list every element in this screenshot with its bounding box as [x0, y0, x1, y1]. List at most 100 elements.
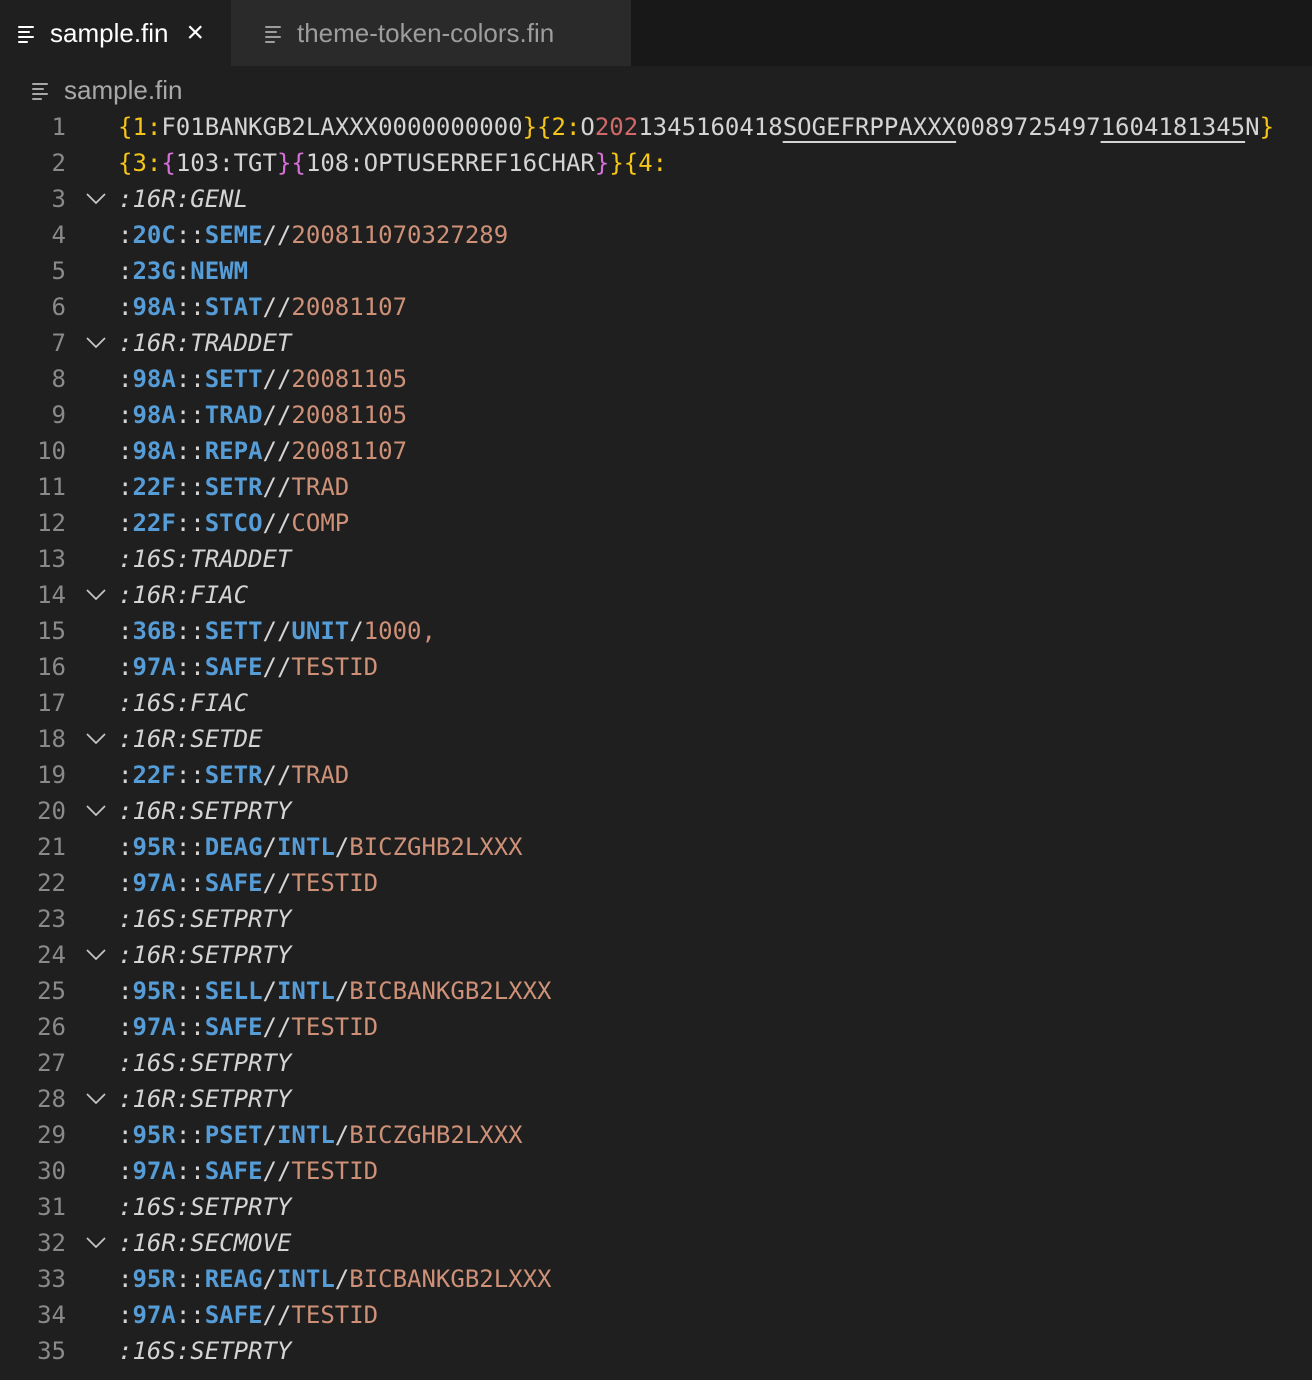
code-line[interactable]: 18 :16R:SETDE — [0, 721, 1312, 757]
code-line[interactable]: 31:16S:SETPRTY — [0, 1189, 1312, 1225]
line-number: 2 — [51, 149, 66, 177]
code-token: 1604181345 — [1100, 113, 1246, 141]
code-line[interactable]: 16 :97A::SAFE//TESTID — [0, 649, 1312, 685]
code-editor[interactable]: 1 {1:F01BANKGB2LAXXX0000000000}{2:O202134… — [0, 109, 1312, 1380]
code-token: :: — [175, 221, 205, 249]
code-token: BICBANKGB2LXXX — [349, 1265, 552, 1293]
code-token: :: — [175, 509, 205, 537]
code-line[interactable]: 11:22F::SETR//TRAD — [0, 469, 1312, 505]
code-text: :97A::SAFE//TESTID — [118, 649, 378, 685]
code-token: 20C — [132, 221, 176, 249]
code-token: BICBANKGB2LXXX — [349, 977, 552, 1005]
code-line[interactable]: 21:95R::DEAG/INTL/BICZGHB2LXXX — [0, 829, 1312, 865]
fold-chevron-icon[interactable] — [84, 1081, 108, 1117]
code-line[interactable]: 24:16R:SETPRTY — [0, 937, 1312, 973]
fold-chevron-icon[interactable] — [84, 325, 108, 361]
line-number: 18 — [37, 725, 66, 753]
code-line[interactable]: 10:98A::REPA//20081107 — [0, 433, 1312, 469]
breadcrumb-file[interactable]: sample.fin — [64, 75, 183, 106]
code-line[interactable]: 14:16R:FIAC — [0, 577, 1312, 613]
code-text: :95R::DEAG/INTL/BICZGHB2LXXX — [118, 829, 523, 865]
code-token: :: — [175, 1157, 205, 1185]
tab-theme-token-colors-fin[interactable]: theme-token-colors.fin — [231, 0, 631, 66]
code-token: :16R:SETPRTY — [118, 1085, 292, 1113]
code-token: 0089725497 — [956, 113, 1101, 141]
code-token: : — [118, 1265, 133, 1293]
code-line[interactable]: 26:97A::SAFE//TESTID — [0, 1009, 1312, 1045]
code-line[interactable]: 15:36B::SETT//UNIT/1000, — [0, 613, 1312, 649]
code-line[interactable]: 3:16R:GENL — [0, 181, 1312, 217]
fold-chevron-icon[interactable] — [84, 937, 108, 973]
code-token: 98A — [132, 365, 176, 393]
code-line[interactable]: 2 {3:{103:TGT}{108:OPTUSERREF16CHAR}}{4: — [0, 145, 1312, 181]
line-number: 11 — [37, 473, 66, 501]
code-text: :97A::SAFE//TESTID — [118, 1009, 378, 1045]
code-line[interactable]: 28:16R:SETPRTY — [0, 1081, 1312, 1117]
code-text: :16S:SETPRTY — [118, 1333, 291, 1369]
line-number: 7 — [51, 329, 66, 357]
line-number: 16 — [37, 653, 66, 681]
code-line[interactable]: 7 :16R:TRADDET — [0, 325, 1312, 361]
code-line[interactable]: 9:98A::TRAD//20081105 — [0, 397, 1312, 433]
code-line[interactable]: 27:16S:SETPRTY — [0, 1045, 1312, 1081]
code-token: :16R:SETDE — [118, 725, 263, 753]
code-token: :: — [175, 869, 205, 897]
code-line[interactable]: 13:16S:TRADDET — [0, 541, 1312, 577]
code-token: // — [262, 401, 292, 429]
code-token: : — [118, 473, 133, 501]
breadcrumb[interactable]: sample.fin — [32, 72, 183, 108]
fold-chevron-icon[interactable] — [84, 1225, 108, 1261]
code-line[interactable]: 8:98A::SETT//20081105 — [0, 361, 1312, 397]
code-line[interactable]: 34:97A::SAFE//TESTID — [0, 1297, 1312, 1333]
code-line[interactable]: 23:16S:SETPRTY — [0, 901, 1312, 937]
code-token: 20081105 — [291, 365, 408, 393]
code-token: 97A — [132, 1013, 176, 1041]
code-token: 97A — [132, 653, 176, 681]
code-token: {3: — [118, 149, 162, 177]
code-token: 95R — [132, 1265, 176, 1293]
code-line[interactable]: 19:22F::SETR//TRAD — [0, 757, 1312, 793]
code-token: :16S:SETPRTY — [118, 1337, 292, 1365]
code-line[interactable]: 1 {1:F01BANKGB2LAXXX0000000000}{2:O202134… — [0, 109, 1312, 145]
code-token: TESTID — [291, 1013, 379, 1041]
fold-chevron-icon[interactable] — [84, 721, 108, 757]
code-token: 1345160418 — [638, 113, 783, 141]
fold-chevron-icon[interactable] — [84, 793, 108, 829]
code-text: :16R:SETPRTY — [118, 793, 291, 829]
code-line[interactable]: 20:16R:SETPRTY — [0, 793, 1312, 829]
line-number: 9 — [51, 401, 66, 429]
code-token: // — [262, 1157, 292, 1185]
code-line[interactable]: 5:23G:NEWM — [0, 253, 1312, 289]
fold-chevron-icon[interactable] — [84, 577, 108, 613]
line-number: 5 — [51, 257, 66, 285]
code-line[interactable]: 30:97A::SAFE//TESTID — [0, 1153, 1312, 1189]
code-token: :: — [175, 653, 205, 681]
code-line[interactable]: 35:16S:SETPRTY — [0, 1333, 1312, 1369]
code-token: // — [262, 617, 292, 645]
code-line[interactable]: 22 :97A::SAFE//TESTID — [0, 865, 1312, 901]
code-token: :16R:GENL — [118, 185, 249, 213]
line-number: 22 — [37, 869, 66, 897]
code-token: :: — [175, 401, 205, 429]
code-text: :97A::SAFE//TESTID — [118, 865, 378, 901]
code-token: {4: — [623, 149, 668, 177]
line-number: 8 — [51, 365, 66, 393]
code-line[interactable]: 17:16S:FIAC — [0, 685, 1312, 721]
code-token: 95R — [132, 833, 176, 861]
code-line[interactable]: 33:95R::REAG/INTL/BICBANKGB2LXXX — [0, 1261, 1312, 1297]
code-line[interactable]: 29:95R::PSET/INTL/BICZGHB2LXXX — [0, 1117, 1312, 1153]
code-line[interactable]: 6:98A::STAT//20081107 — [0, 289, 1312, 325]
code-line[interactable]: 12:22F::STCO//COMP — [0, 505, 1312, 541]
code-token: } — [609, 149, 624, 177]
code-text: :16R:GENL — [118, 181, 248, 217]
code-token: :: — [175, 617, 205, 645]
fold-chevron-icon[interactable] — [84, 181, 108, 217]
code-token: SETT — [204, 365, 263, 393]
tab-label: sample.fin — [50, 17, 169, 48]
code-line[interactable]: 25:95R::SELL/INTL/BICBANKGB2LXXX — [0, 973, 1312, 1009]
close-icon[interactable]: × — [187, 18, 205, 48]
code-token: :16R:TRADDET — [118, 329, 292, 357]
code-line[interactable]: 4:20C::SEME//200811070327289 — [0, 217, 1312, 253]
tab-sample-fin[interactable]: sample.fin × — [0, 0, 231, 66]
code-line[interactable]: 32:16R:SECMOVE — [0, 1225, 1312, 1261]
